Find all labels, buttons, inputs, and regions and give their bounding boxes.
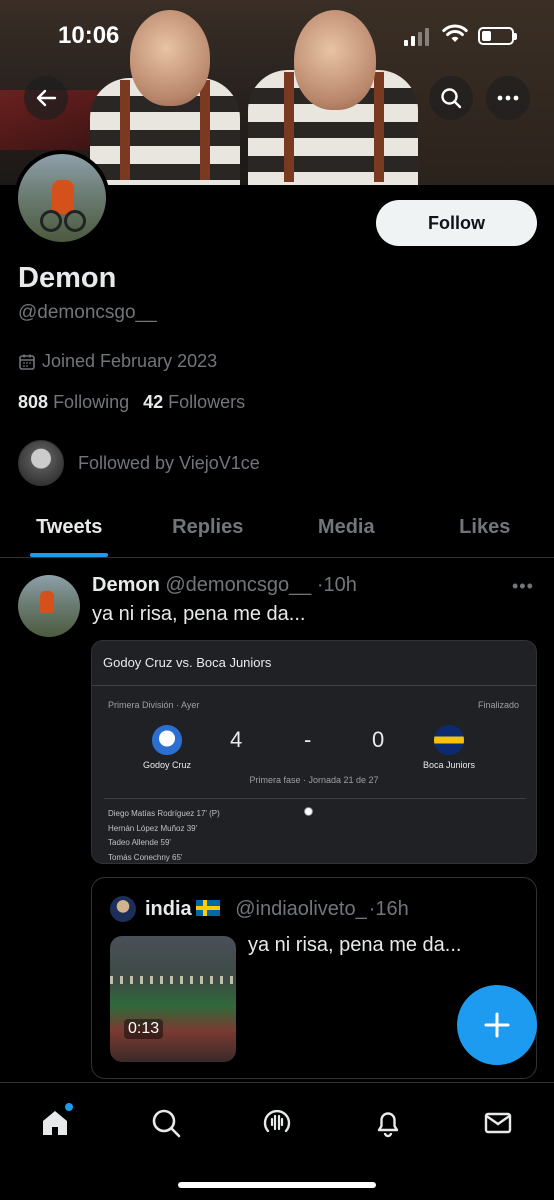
tweet-avatar[interactable] bbox=[18, 575, 80, 637]
profile-tabs: Tweets Replies Media Likes bbox=[0, 500, 554, 558]
quoted-video-thumbnail[interactable] bbox=[110, 936, 236, 1062]
home-icon bbox=[43, 1111, 67, 1135]
more-button[interactable] bbox=[486, 76, 530, 120]
scorer: Tadeo Allende 59' bbox=[108, 838, 171, 847]
quoted-header: india @indiaoliveto_ ·16h bbox=[145, 898, 409, 921]
profile-name: Demon bbox=[18, 262, 117, 294]
profile-avatar[interactable] bbox=[14, 150, 110, 246]
status-time: 10:06 bbox=[58, 22, 120, 49]
godoy-cruz-crest-icon bbox=[152, 725, 182, 755]
quoted-time: ·16h bbox=[368, 898, 409, 920]
tweet-time: ·10h bbox=[316, 574, 357, 596]
wifi-icon bbox=[442, 24, 468, 42]
tab-likes[interactable]: Likes bbox=[416, 500, 554, 557]
following-link[interactable]: 808 Following bbox=[18, 392, 129, 413]
nav-home[interactable] bbox=[31, 1099, 79, 1147]
nav-messages[interactable] bbox=[474, 1099, 522, 1147]
tab-replies[interactable]: Replies bbox=[139, 500, 278, 557]
spaces-icon bbox=[263, 1109, 291, 1133]
away-score: 0 bbox=[372, 727, 385, 752]
quoted-author-name: india bbox=[145, 898, 192, 920]
quoted-text: ya ni risa, pena me da... bbox=[248, 934, 462, 956]
soccer-ball-icon bbox=[304, 807, 313, 816]
follower-avatar bbox=[18, 440, 64, 486]
plus-icon bbox=[484, 1012, 510, 1038]
follow-button[interactable]: Follow bbox=[376, 200, 537, 246]
tab-media[interactable]: Media bbox=[277, 500, 416, 557]
followed-by-text: Followed by ViejoV1ce bbox=[78, 452, 260, 473]
joined-date: Joined February 2023 bbox=[18, 351, 217, 372]
scorers-list: Diego Matías Rodríguez 17' (P) Hernán Ló… bbox=[108, 807, 220, 863]
joined-text: Joined February 2023 bbox=[42, 351, 218, 371]
nav-notifications[interactable] bbox=[364, 1099, 412, 1147]
bell-icon bbox=[377, 1112, 399, 1138]
match-card-image[interactable]: Godoy Cruz vs. Boca Juniors Primera Divi… bbox=[91, 640, 537, 864]
compose-tweet-button[interactable] bbox=[457, 985, 537, 1065]
nav-spaces[interactable] bbox=[253, 1099, 301, 1147]
follow-counts: 808 Following 42 Followers bbox=[18, 392, 245, 413]
home-indicator[interactable] bbox=[178, 1182, 376, 1188]
search-icon bbox=[152, 1109, 181, 1138]
scorer: Diego Matías Rodríguez 17' (P) bbox=[108, 809, 220, 818]
battery-icon bbox=[478, 27, 517, 45]
tweet-author-handle: @demoncsgo__ bbox=[165, 574, 312, 596]
search-button[interactable] bbox=[429, 76, 473, 120]
quoted-author-handle: @indiaoliveto_ bbox=[235, 898, 367, 920]
arrow-left-icon bbox=[36, 89, 57, 107]
match-phase: Primera fase · Jornada 21 de 27 bbox=[249, 775, 379, 785]
match-title: Godoy Cruz vs. Boca Juniors bbox=[103, 655, 272, 670]
status-bar: 10:06 bbox=[0, 0, 554, 60]
tweet-more-icon[interactable]: ••• bbox=[512, 576, 534, 597]
cell-signal-icon bbox=[404, 28, 429, 46]
profile-handle: @demoncsgo__ bbox=[18, 302, 157, 323]
followers-link[interactable]: 42 Followers bbox=[143, 392, 245, 413]
home-team: Godoy Cruz bbox=[142, 760, 192, 770]
scorer: Hernán López Muñoz 39' bbox=[108, 823, 198, 833]
boca-juniors-crest-icon bbox=[434, 725, 464, 755]
envelope-icon bbox=[484, 1112, 512, 1134]
tweet-text: ya ni risa, pena me da... bbox=[92, 603, 306, 625]
sweden-flag-icon bbox=[195, 900, 220, 916]
match-status: Finalizado bbox=[477, 700, 519, 710]
away-team: Boca Juniors bbox=[422, 760, 476, 770]
scorer: Tomás Conechny 65' bbox=[108, 852, 183, 862]
match-league: Primera División · Ayer bbox=[108, 700, 200, 710]
tweet-author-name[interactable]: Demon bbox=[92, 574, 160, 596]
nav-search[interactable] bbox=[142, 1099, 190, 1147]
calendar-icon bbox=[19, 354, 35, 370]
video-duration: 0:13 bbox=[124, 1019, 164, 1039]
more-dots-icon bbox=[497, 95, 519, 101]
quoted-avatar bbox=[110, 896, 136, 922]
home-score: 4 bbox=[230, 727, 243, 752]
score-separator: - bbox=[304, 727, 312, 752]
followed-by-row[interactable]: Followed by ViejoV1ce bbox=[18, 440, 260, 486]
back-button[interactable] bbox=[24, 76, 68, 120]
search-icon bbox=[441, 88, 462, 109]
tab-tweets[interactable]: Tweets bbox=[0, 500, 139, 557]
tweet-header: Demon @demoncsgo__ ·10h bbox=[92, 574, 357, 597]
notification-dot bbox=[65, 1103, 73, 1111]
